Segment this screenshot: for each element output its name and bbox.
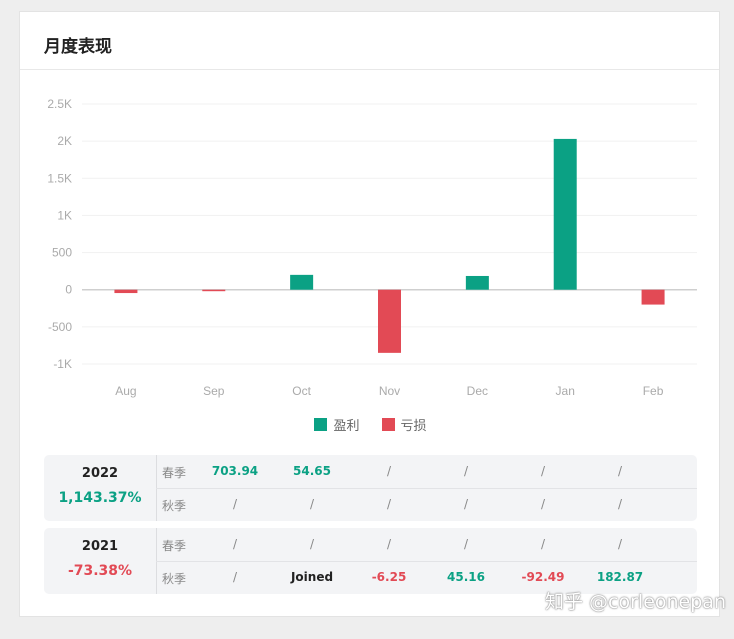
year-block-2021: 2021 -73.38% 春季 / / / / / / 秋季 / Joined -6.25 45.16 -9… bbox=[44, 528, 697, 594]
x-tick-label: Sep bbox=[203, 384, 225, 398]
legend-swatch-profit bbox=[314, 417, 328, 431]
legend-swatch-loss bbox=[381, 417, 395, 431]
y-tick-label: -500 bbox=[48, 320, 72, 334]
year-summary: 2022 1,143.37% bbox=[44, 455, 157, 521]
chart-legend: 盈利 亏损 bbox=[20, 414, 721, 434]
season-label: 春季 bbox=[162, 466, 187, 480]
y-tick-label: -1K bbox=[53, 357, 72, 371]
season-cell: / bbox=[463, 537, 469, 551]
y-tick-label: 500 bbox=[52, 246, 72, 260]
season-cell: / bbox=[309, 537, 315, 551]
season-cell: / bbox=[463, 464, 469, 478]
season-cell[interactable]: 54.65 bbox=[282, 464, 342, 478]
bar-aug[interactable] bbox=[114, 289, 138, 294]
x-tick-label: Dec bbox=[467, 384, 488, 398]
season-row: 秋季 / / / / / / bbox=[156, 488, 697, 521]
x-tick-label: Feb bbox=[643, 384, 664, 398]
season-cell: / bbox=[386, 497, 392, 511]
y-tick-label: 1K bbox=[57, 208, 72, 222]
x-tick-label: Oct bbox=[292, 384, 311, 398]
y-tick-label: 2K bbox=[57, 134, 72, 148]
year-total-return: -73.38% bbox=[67, 563, 133, 579]
season-cell[interactable]: -6.25 bbox=[359, 570, 419, 584]
season-cell[interactable]: 703.94 bbox=[205, 464, 265, 478]
bar-jan[interactable] bbox=[553, 138, 577, 290]
season-label: 秋季 bbox=[162, 572, 187, 586]
y-tick-label: 2.5K bbox=[47, 97, 72, 111]
season-cell: / bbox=[386, 464, 392, 478]
legend-label-profit: 盈利 bbox=[333, 418, 360, 434]
season-cell: / bbox=[309, 497, 315, 511]
year-label: 2021 bbox=[81, 539, 119, 554]
title-divider bbox=[20, 69, 719, 70]
season-row: 春季 703.94 54.65 / / / / bbox=[156, 455, 697, 489]
season-row: 春季 / / / / / / bbox=[156, 528, 697, 562]
bar-dec[interactable] bbox=[465, 275, 489, 290]
monthly-bar-chart: 2.5K 2K 1.5K 1K 500 0 -500 -1K Aug Sep Oct Nov Dec Ja… bbox=[47, 97, 697, 398]
season-label: 秋季 bbox=[162, 499, 187, 513]
year-summary: 2021 -73.38% bbox=[44, 528, 157, 594]
card-title: 月度表现 bbox=[44, 37, 112, 57]
season-cell: / bbox=[232, 497, 238, 511]
monthly-performance-card: 月度表现 2.5K 2K 1.5K 1K 500 0 -500 -1K Aug Sep Oct Nov… bbox=[19, 11, 720, 617]
season-cell[interactable]: 182.87 bbox=[590, 570, 650, 584]
x-tick-label: Jan bbox=[556, 384, 575, 398]
season-cell[interactable]: 45.16 bbox=[436, 570, 496, 584]
legend-label-loss: 亏损 bbox=[400, 418, 427, 434]
season-cell[interactable]: -92.49 bbox=[513, 570, 573, 584]
legend-item-profit[interactable]: 盈利 bbox=[314, 414, 360, 434]
x-tick-label: Aug bbox=[115, 384, 136, 398]
watermark: 知乎 @corleonepan bbox=[545, 591, 726, 613]
season-cell[interactable]: Joined bbox=[282, 570, 342, 584]
year-block-2022: 2022 1,143.37% 春季 703.94 54.65 / / / / 秋季 / / / / / / bbox=[44, 455, 697, 521]
season-cell: / bbox=[386, 537, 392, 551]
y-tick-label: 1.5K bbox=[47, 171, 72, 185]
bar-oct[interactable] bbox=[290, 274, 314, 290]
season-cell: / bbox=[617, 537, 623, 551]
y-tick-label: 0 bbox=[65, 283, 72, 297]
season-cell: / bbox=[617, 497, 623, 511]
bar-sep[interactable] bbox=[202, 289, 226, 292]
season-cell: / bbox=[540, 537, 546, 551]
season-cell: / bbox=[463, 497, 469, 511]
legend-item-loss[interactable]: 亏损 bbox=[381, 414, 427, 434]
season-cell: / bbox=[232, 570, 238, 584]
year-label: 2022 bbox=[81, 466, 119, 481]
season-cell: / bbox=[232, 537, 238, 551]
bar-feb[interactable] bbox=[641, 289, 665, 305]
season-label: 春季 bbox=[162, 539, 187, 553]
year-total-return: 1,143.37% bbox=[58, 490, 142, 506]
season-cell: / bbox=[617, 464, 623, 478]
x-tick-label: Nov bbox=[379, 384, 400, 398]
season-cell: / bbox=[540, 497, 546, 511]
bar-nov[interactable] bbox=[378, 289, 401, 353]
season-cell: / bbox=[540, 464, 546, 478]
